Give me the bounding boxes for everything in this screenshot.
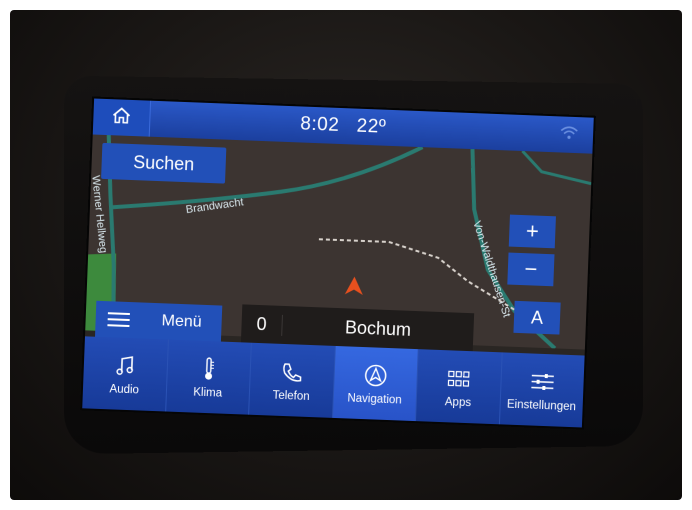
- tab-label: Audio: [109, 383, 140, 397]
- tab-label: Einstellungen: [506, 398, 577, 414]
- tab-einstellungen[interactable]: Einstellungen: [499, 352, 585, 428]
- tab-telefon[interactable]: Telefon: [249, 342, 336, 418]
- tab-klima[interactable]: Klima: [165, 339, 252, 415]
- music-note-icon: [115, 352, 136, 381]
- tab-audio[interactable]: Audio: [82, 336, 169, 412]
- zoom-out-button[interactable]: −: [507, 252, 555, 287]
- map-orientation-button[interactable]: A: [513, 300, 561, 335]
- menu-button[interactable]: Menü: [94, 300, 223, 342]
- phone-icon: [280, 358, 303, 387]
- wifi-icon: [559, 124, 580, 146]
- temperature-display: 22º: [356, 115, 387, 138]
- thermometer-icon: [201, 355, 216, 384]
- infotainment-screen: 8:02 22º Brandwacht Werner Hellweg Von-W…: [82, 98, 594, 428]
- tab-apps[interactable]: Apps: [415, 349, 503, 425]
- search-button[interactable]: Suchen: [101, 142, 227, 184]
- settings-sliders-icon: [530, 367, 555, 396]
- menu-label: Menü: [161, 312, 202, 331]
- tab-label: Apps: [444, 396, 472, 410]
- tab-navigation[interactable]: Navigation: [332, 345, 419, 422]
- navigation-icon: [363, 361, 388, 390]
- tab-label: Klima: [193, 386, 223, 400]
- zoom-in-button[interactable]: +: [508, 214, 556, 249]
- destination-city: Bochum: [344, 316, 412, 340]
- hamburger-icon: [95, 311, 142, 329]
- tab-label: Navigation: [347, 392, 402, 407]
- distance-display: 0: [241, 312, 283, 336]
- tab-label: Telefon: [272, 389, 310, 404]
- time-display: 8:02: [299, 113, 340, 136]
- apps-grid-icon: [447, 364, 470, 393]
